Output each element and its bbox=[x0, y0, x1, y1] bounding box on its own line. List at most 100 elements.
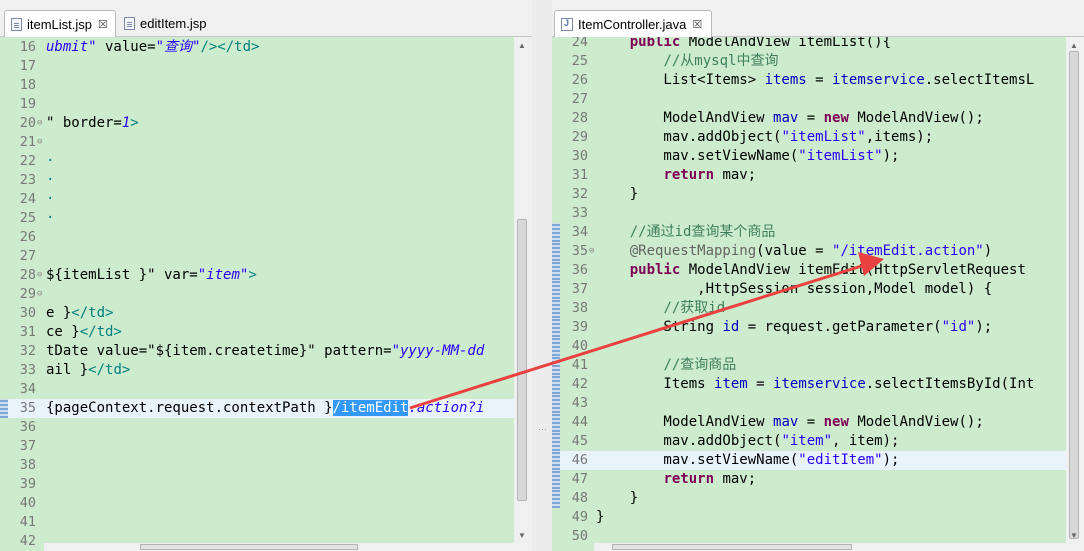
fold-toggle-icon[interactable]: ⊖ bbox=[37, 114, 42, 133]
code-token: </td> bbox=[88, 362, 131, 378]
code-line[interactable]: 42 Items item = itemservice.selectItemsB… bbox=[552, 375, 1068, 394]
code-line[interactable]: 17 bbox=[0, 57, 514, 76]
code-line[interactable]: 27 bbox=[552, 90, 1068, 109]
close-tab-icon[interactable]: ☒ bbox=[692, 18, 702, 31]
code-line[interactable]: 38 bbox=[0, 456, 514, 475]
code-line[interactable]: 22 · bbox=[0, 152, 514, 171]
line-number: 17 bbox=[19, 58, 36, 74]
code-line[interactable]: 29 mav.addObject("itemList",items); bbox=[552, 128, 1068, 147]
code-line[interactable]: 34 bbox=[0, 380, 514, 399]
code-line[interactable]: 49} bbox=[552, 508, 1068, 527]
code-line[interactable]: 48 } bbox=[552, 489, 1068, 508]
right-horizontal-scrollbar[interactable] bbox=[594, 543, 1068, 551]
fold-toggle-icon[interactable]: ⊖ bbox=[37, 266, 42, 285]
tab-edititem-jsp[interactable]: editItem.jsp bbox=[118, 10, 224, 36]
scrollbar-thumb[interactable] bbox=[612, 544, 852, 550]
code-line[interactable]: 31 ce }</td> bbox=[0, 323, 514, 342]
code-line[interactable]: 16 ubmit" value="查询"/></td> bbox=[0, 38, 514, 57]
scrollbar-thumb[interactable] bbox=[517, 219, 527, 501]
pane-divider[interactable]: ⋯ bbox=[532, 0, 552, 551]
line-number: 28 bbox=[19, 267, 36, 283]
scrollbar-thumb[interactable] bbox=[1069, 51, 1079, 539]
code-line[interactable]: 36 public ModelAndView itemEdit(HttpServ… bbox=[552, 261, 1068, 280]
right-vertical-scrollbar[interactable]: ▲ ▼ bbox=[1066, 37, 1082, 543]
left-horizontal-scrollbar[interactable] bbox=[44, 543, 514, 551]
code-token: </td> bbox=[71, 305, 114, 321]
scroll-down-icon[interactable]: ▼ bbox=[1066, 529, 1082, 543]
code-line[interactable]: 18 bbox=[0, 76, 514, 95]
code-text: · bbox=[46, 209, 54, 228]
code-line[interactable]: 29 ⊖ bbox=[0, 285, 514, 304]
code-line[interactable]: 44 ModelAndView mav = new ModelAndView()… bbox=[552, 413, 1068, 432]
line-number: 27 bbox=[19, 248, 36, 264]
code-line[interactable]: 35 {pageContext.request.contextPath }/ite… bbox=[0, 399, 514, 418]
code-line[interactable]: 33 bbox=[552, 204, 1068, 223]
code-text: tDate value="${item.createtime}" pattern… bbox=[46, 342, 484, 361]
code-line[interactable]: 20 ⊖ " border=1> bbox=[0, 114, 514, 133]
code-line[interactable]: 33 ail }</td> bbox=[0, 361, 514, 380]
code-line[interactable]: 28 ⊖ ${itemList }" var="item"> bbox=[0, 266, 514, 285]
code-line[interactable]: 23 · bbox=[0, 171, 514, 190]
code-line[interactable]: 39 bbox=[0, 475, 514, 494]
code-line[interactable]: 46 mav.setViewName("editItem"); bbox=[552, 451, 1068, 470]
code-line[interactable]: 40 bbox=[0, 494, 514, 513]
code-line[interactable]: 34 //通过id查询某个商品 bbox=[552, 223, 1068, 242]
tab-itemlist-jsp[interactable]: itemList.jsp ☒ bbox=[4, 10, 116, 37]
fold-toggle-icon[interactable]: ⊖ bbox=[589, 242, 594, 261]
code-line[interactable]: 45 mav.addObject("item", item); bbox=[552, 432, 1068, 451]
fold-toggle-icon[interactable]: ⊖ bbox=[37, 285, 42, 304]
scroll-down-icon[interactable]: ▼ bbox=[514, 529, 530, 543]
close-tab-icon[interactable]: ☒ bbox=[98, 18, 108, 31]
code-text: mav.addObject("itemList",items); bbox=[596, 128, 933, 147]
code-token: ); bbox=[882, 148, 900, 164]
splitter-grip-icon[interactable]: ⋯ bbox=[538, 425, 547, 434]
line-number: 47 bbox=[571, 471, 588, 487]
code-text: e }</td> bbox=[46, 304, 113, 323]
code-line[interactable]: 27 bbox=[0, 247, 514, 266]
code-line[interactable]: 41 bbox=[0, 513, 514, 532]
code-line[interactable]: 25 · bbox=[0, 209, 514, 228]
code-line[interactable]: 40 bbox=[552, 337, 1068, 356]
code-line[interactable]: 47 return mav; bbox=[552, 470, 1068, 489]
code-line[interactable]: 30 mav.setViewName("itemList"); bbox=[552, 147, 1068, 166]
right-code-editor[interactable]: 24 public ModelAndView itemList(){25 //从… bbox=[552, 37, 1068, 551]
code-line[interactable]: 37 bbox=[0, 437, 514, 456]
left-code-editor[interactable]: 16 ubmit" value="查询"/></td> 17 18 19 20 ⊖ " bor… bbox=[0, 37, 514, 551]
code-line[interactable]: 35 ⊖ @RequestMapping(value = "/itemEdit.a… bbox=[552, 242, 1068, 261]
code-line[interactable]: 25 //从mysql中查询 bbox=[552, 52, 1068, 71]
code-line[interactable]: 26 List<Items> items = itemservice.selec… bbox=[552, 71, 1068, 90]
left-vertical-scrollbar[interactable]: ▲ ▼ bbox=[514, 37, 530, 543]
code-line[interactable]: 24 · bbox=[0, 190, 514, 209]
code-line[interactable]: 28 ModelAndView mav = new ModelAndView()… bbox=[552, 109, 1068, 128]
code-line[interactable]: 21 ⊖ bbox=[0, 133, 514, 152]
code-line[interactable]: 19 bbox=[0, 95, 514, 114]
scroll-up-icon[interactable]: ▲ bbox=[514, 39, 530, 53]
fold-toggle-icon[interactable]: ⊖ bbox=[37, 133, 42, 152]
code-line[interactable]: 24 public ModelAndView itemList(){ bbox=[552, 37, 1068, 52]
line-number: 28 bbox=[571, 110, 588, 126]
code-token: item bbox=[714, 376, 748, 392]
code-line[interactable]: 39 String id = request.getParameter("id"… bbox=[552, 318, 1068, 337]
code-line[interactable]: 30 e }</td> bbox=[0, 304, 514, 323]
code-line[interactable]: 32 } bbox=[552, 185, 1068, 204]
code-line[interactable]: 32 tDate value="${item.createtime}" patte… bbox=[0, 342, 514, 361]
tab-itemcontroller-java[interactable]: ItemController.java ☒ bbox=[554, 10, 712, 37]
code-token: "editItem" bbox=[798, 452, 883, 468]
code-line[interactable]: 31 return mav; bbox=[552, 166, 1068, 185]
code-line[interactable]: 36 bbox=[0, 418, 514, 437]
code-line[interactable]: 43 bbox=[552, 394, 1068, 413]
code-text: @RequestMapping(value = "/itemEdit.actio… bbox=[596, 242, 992, 261]
code-text: //获取id bbox=[596, 299, 725, 318]
code-token: mav.addObject( bbox=[596, 433, 782, 449]
code-token: itemservice bbox=[773, 376, 866, 392]
code-line[interactable]: 26 bbox=[0, 228, 514, 247]
code-line[interactable]: 37 ,HttpSession session,Model model) { bbox=[552, 280, 1068, 299]
code-line[interactable]: 41 //查询商品 bbox=[552, 356, 1068, 375]
right-tab-bar: ItemController.java ☒ bbox=[552, 10, 1084, 37]
code-token: } bbox=[596, 186, 639, 202]
code-token: var= bbox=[155, 267, 198, 283]
code-line[interactable]: 38 //获取id bbox=[552, 299, 1068, 318]
scrollbar-thumb[interactable] bbox=[140, 544, 358, 550]
line-number: 21 bbox=[19, 134, 36, 150]
code-token: "/itemEdit.action" bbox=[832, 243, 984, 259]
